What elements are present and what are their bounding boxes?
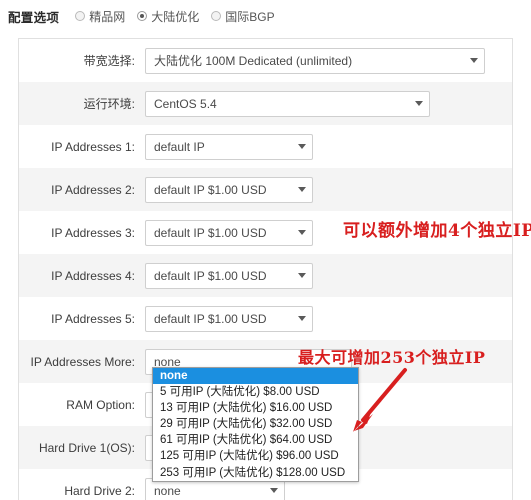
label-ip-5: IP Addresses 5: (51, 311, 135, 326)
radio-circle-icon (211, 11, 222, 21)
network-type-radio-group: 精品网 大陆优化 国际BGP (75, 8, 286, 25)
chevron-down-icon (270, 488, 278, 493)
select-ip-5-value: default IP $1.00 USD (154, 311, 267, 326)
select-ip-3[interactable]: default IP $1.00 USD (145, 219, 313, 246)
radio-option-premium[interactable]: 精品网 (75, 8, 125, 25)
label-ip-3: IP Addresses 3: (51, 225, 135, 240)
select-os[interactable]: CentOS 5.4 (145, 90, 430, 117)
select-ip-4-value: default IP $1.00 USD (154, 268, 267, 283)
radio-circle-selected-icon (137, 11, 148, 21)
select-ip-3-value: default IP $1.00 USD (154, 225, 267, 240)
radio-label-premium: 精品网 (89, 9, 126, 24)
chevron-down-icon (298, 144, 306, 149)
select-bandwidth[interactable]: 大陆优化 100M Dedicated (unlimited) (145, 47, 485, 74)
radio-option-mainland-optimized[interactable]: 大陆优化 (137, 8, 199, 25)
dropdown-option[interactable]: 61 可用IP (大陆优化) $64.00 USD (153, 432, 358, 448)
annotation-extra-ip: 可以额外增加4个独立IP (343, 221, 531, 241)
label-ip-more: IP Addresses More: (30, 354, 136, 369)
dropdown-option[interactable]: 253 可用IP (大陆优化) $128.00 USD (153, 465, 358, 481)
label-ip-1: IP Addresses 1: (51, 139, 135, 154)
dropdown-option[interactable]: 5 可用IP (大陆优化) $8.00 USD (153, 384, 358, 400)
select-ip-2-value: default IP $1.00 USD (154, 182, 267, 197)
chevron-down-icon (298, 316, 306, 321)
dropdown-option[interactable]: 29 可用IP (大陆优化) $32.00 USD (153, 416, 358, 432)
annotation-max-ip: 最大可增加253个独立IP (298, 348, 486, 367)
label-hard-drive-2: Hard Drive 2: (64, 483, 135, 498)
label-bandwidth: 带宽选择: (83, 54, 135, 68)
select-ip-5[interactable]: default IP $1.00 USD (145, 305, 313, 332)
dropdown-option[interactable]: 125 可用IP (大陆优化) $96.00 USD (153, 448, 358, 464)
form-row-ip-1: IP Addresses 1: default IP (19, 125, 512, 168)
select-ip-1[interactable]: default IP (145, 133, 313, 160)
select-ip-2[interactable]: default IP $1.00 USD (145, 176, 313, 203)
ip-addresses-more-dropdown-list[interactable]: none 5 可用IP (大陆优化) $8.00 USD 13 可用IP (大陆… (152, 367, 359, 482)
dropdown-option[interactable]: none (153, 368, 358, 385)
config-bar: 配置选项 精品网 大陆优化 国际BGP (0, 0, 531, 32)
select-ip-4[interactable]: default IP $1.00 USD (145, 262, 313, 289)
form-row-bandwidth: 带宽选择: 大陆优化 100M Dedicated (unlimited) (19, 39, 512, 82)
label-ip-2: IP Addresses 2: (51, 182, 135, 197)
select-os-value: CentOS 5.4 (154, 96, 217, 111)
radio-label-international-bgp: 国际BGP (225, 9, 275, 24)
chevron-down-icon (298, 187, 306, 192)
radio-circle-icon (75, 11, 86, 21)
chevron-down-icon (470, 58, 478, 63)
form-row-os: 运行环境: CentOS 5.4 (19, 82, 512, 125)
form-row-ip-4: IP Addresses 4: default IP $1.00 USD (19, 254, 512, 297)
radio-label-mainland-optimized: 大陆优化 (151, 9, 200, 24)
label-os: 运行环境: (83, 97, 135, 111)
label-ram-option: RAM Option: (66, 397, 135, 412)
select-hard-drive-2-value: none (154, 483, 181, 498)
config-title: 配置选项 (8, 10, 60, 25)
radio-option-international-bgp[interactable]: 国际BGP (211, 8, 275, 25)
label-hard-drive-1: Hard Drive 1(OS): (38, 440, 135, 455)
select-bandwidth-value: 大陆优化 100M Dedicated (unlimited) (154, 54, 353, 68)
label-ip-4: IP Addresses 4: (51, 268, 135, 283)
form-row-ip-5: IP Addresses 5: default IP $1.00 USD (19, 297, 512, 340)
chevron-down-icon (415, 101, 423, 106)
select-ip-1-value: default IP (154, 139, 205, 154)
chevron-down-icon (298, 230, 306, 235)
chevron-down-icon (298, 273, 306, 278)
form-row-ip-2: IP Addresses 2: default IP $1.00 USD (19, 168, 512, 211)
dropdown-option[interactable]: 13 可用IP (大陆优化) $16.00 USD (153, 400, 358, 416)
